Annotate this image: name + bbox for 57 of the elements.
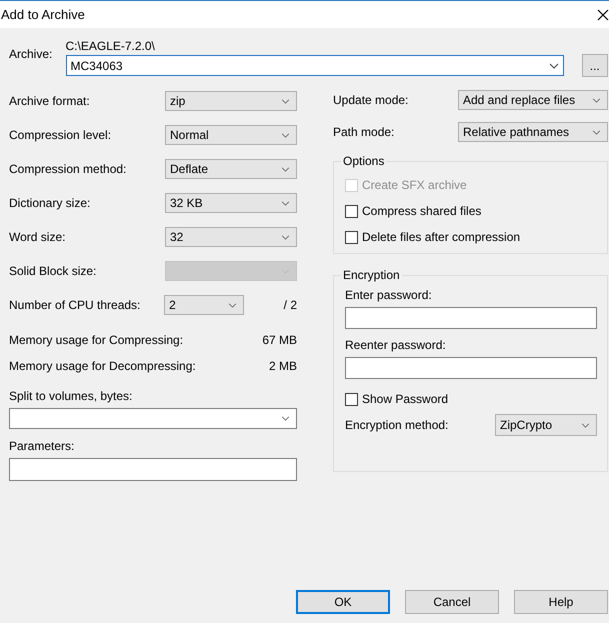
parameters-label: Parameters: bbox=[9, 439, 76, 453]
field-label: Number of CPU threads: bbox=[9, 298, 142, 312]
chevron-down-icon bbox=[281, 98, 290, 104]
group-title: Options bbox=[342, 154, 386, 168]
memory-label: Memory usage for Compressing: bbox=[9, 333, 184, 347]
field-label: Path mode: bbox=[333, 125, 394, 139]
dropdown[interactable]: Relative pathnames bbox=[458, 122, 608, 142]
field-label: Dictionary size: bbox=[9, 196, 92, 210]
field-label: Compression level: bbox=[9, 128, 112, 142]
dialog-button[interactable]: OK bbox=[296, 590, 390, 614]
memory-label: Memory usage for Decompressing: bbox=[9, 359, 196, 373]
dropdown[interactable]: 32 KB bbox=[165, 193, 297, 213]
field-label: Compression method: bbox=[9, 162, 128, 176]
field-label: Solid Block size: bbox=[9, 264, 98, 278]
chevron-down-icon bbox=[281, 132, 290, 138]
chevron-down-icon bbox=[281, 200, 290, 206]
password-field[interactable] bbox=[345, 357, 597, 379]
chevron-down-icon bbox=[281, 234, 290, 240]
chevron-down-icon bbox=[581, 422, 590, 428]
split-label: Split to volumes, bytes: bbox=[9, 389, 134, 403]
thread-count: / 2 bbox=[284, 298, 297, 312]
field-label: Update mode: bbox=[333, 93, 408, 107]
dropdown[interactable]: ZipCrypto bbox=[495, 414, 597, 436]
password-field[interactable] bbox=[345, 307, 597, 329]
chevron-down-icon bbox=[228, 302, 237, 308]
memory-value: 67 MB bbox=[262, 333, 297, 347]
checkbox[interactable]: Compress shared files bbox=[345, 198, 597, 224]
split-dropdown[interactable] bbox=[9, 408, 297, 429]
chevron-down-icon bbox=[281, 416, 290, 421]
group-title: Encryption bbox=[342, 268, 401, 282]
archive-path: C:\EAGLE-7.2.0\ bbox=[66, 39, 156, 53]
dialog-button[interactable]: Help bbox=[514, 590, 608, 614]
dialog-button[interactable]: Cancel bbox=[405, 590, 499, 614]
archive-label: Archive: bbox=[9, 47, 54, 61]
dropdown[interactable]: Normal bbox=[165, 125, 297, 145]
chevron-down-icon bbox=[548, 62, 559, 68]
chevron-down-icon bbox=[281, 166, 290, 172]
chevron-down-icon bbox=[592, 130, 601, 134]
dropdown[interactable]: Deflate bbox=[165, 159, 297, 179]
dropdown[interactable]: 32 bbox=[165, 227, 297, 247]
browse-button[interactable]: ... bbox=[582, 54, 608, 77]
checkbox[interactable]: Show Password bbox=[345, 388, 597, 410]
chevron-down-icon bbox=[592, 98, 601, 102]
password-label: Enter password: bbox=[345, 288, 433, 302]
checkbox[interactable]: Delete files after compression bbox=[345, 224, 597, 250]
memory-value: 2 MB bbox=[268, 359, 297, 373]
close-icon[interactable] bbox=[597, 8, 609, 20]
dropdown[interactable]: 2 bbox=[164, 295, 244, 315]
password-label: Reenter password: bbox=[345, 338, 447, 352]
field-label: Word size: bbox=[9, 230, 66, 244]
parameters-field[interactable] bbox=[9, 458, 297, 481]
field-label: Encryption method: bbox=[345, 418, 448, 432]
field-label: Archive format: bbox=[9, 94, 91, 108]
dropdown[interactable]: Add and replace files bbox=[458, 90, 608, 110]
dropdown[interactable]: zip bbox=[165, 91, 297, 111]
window-title: Add to Archive bbox=[0, 7, 85, 22]
archive-name-combo[interactable]: MC34063 bbox=[66, 55, 564, 76]
